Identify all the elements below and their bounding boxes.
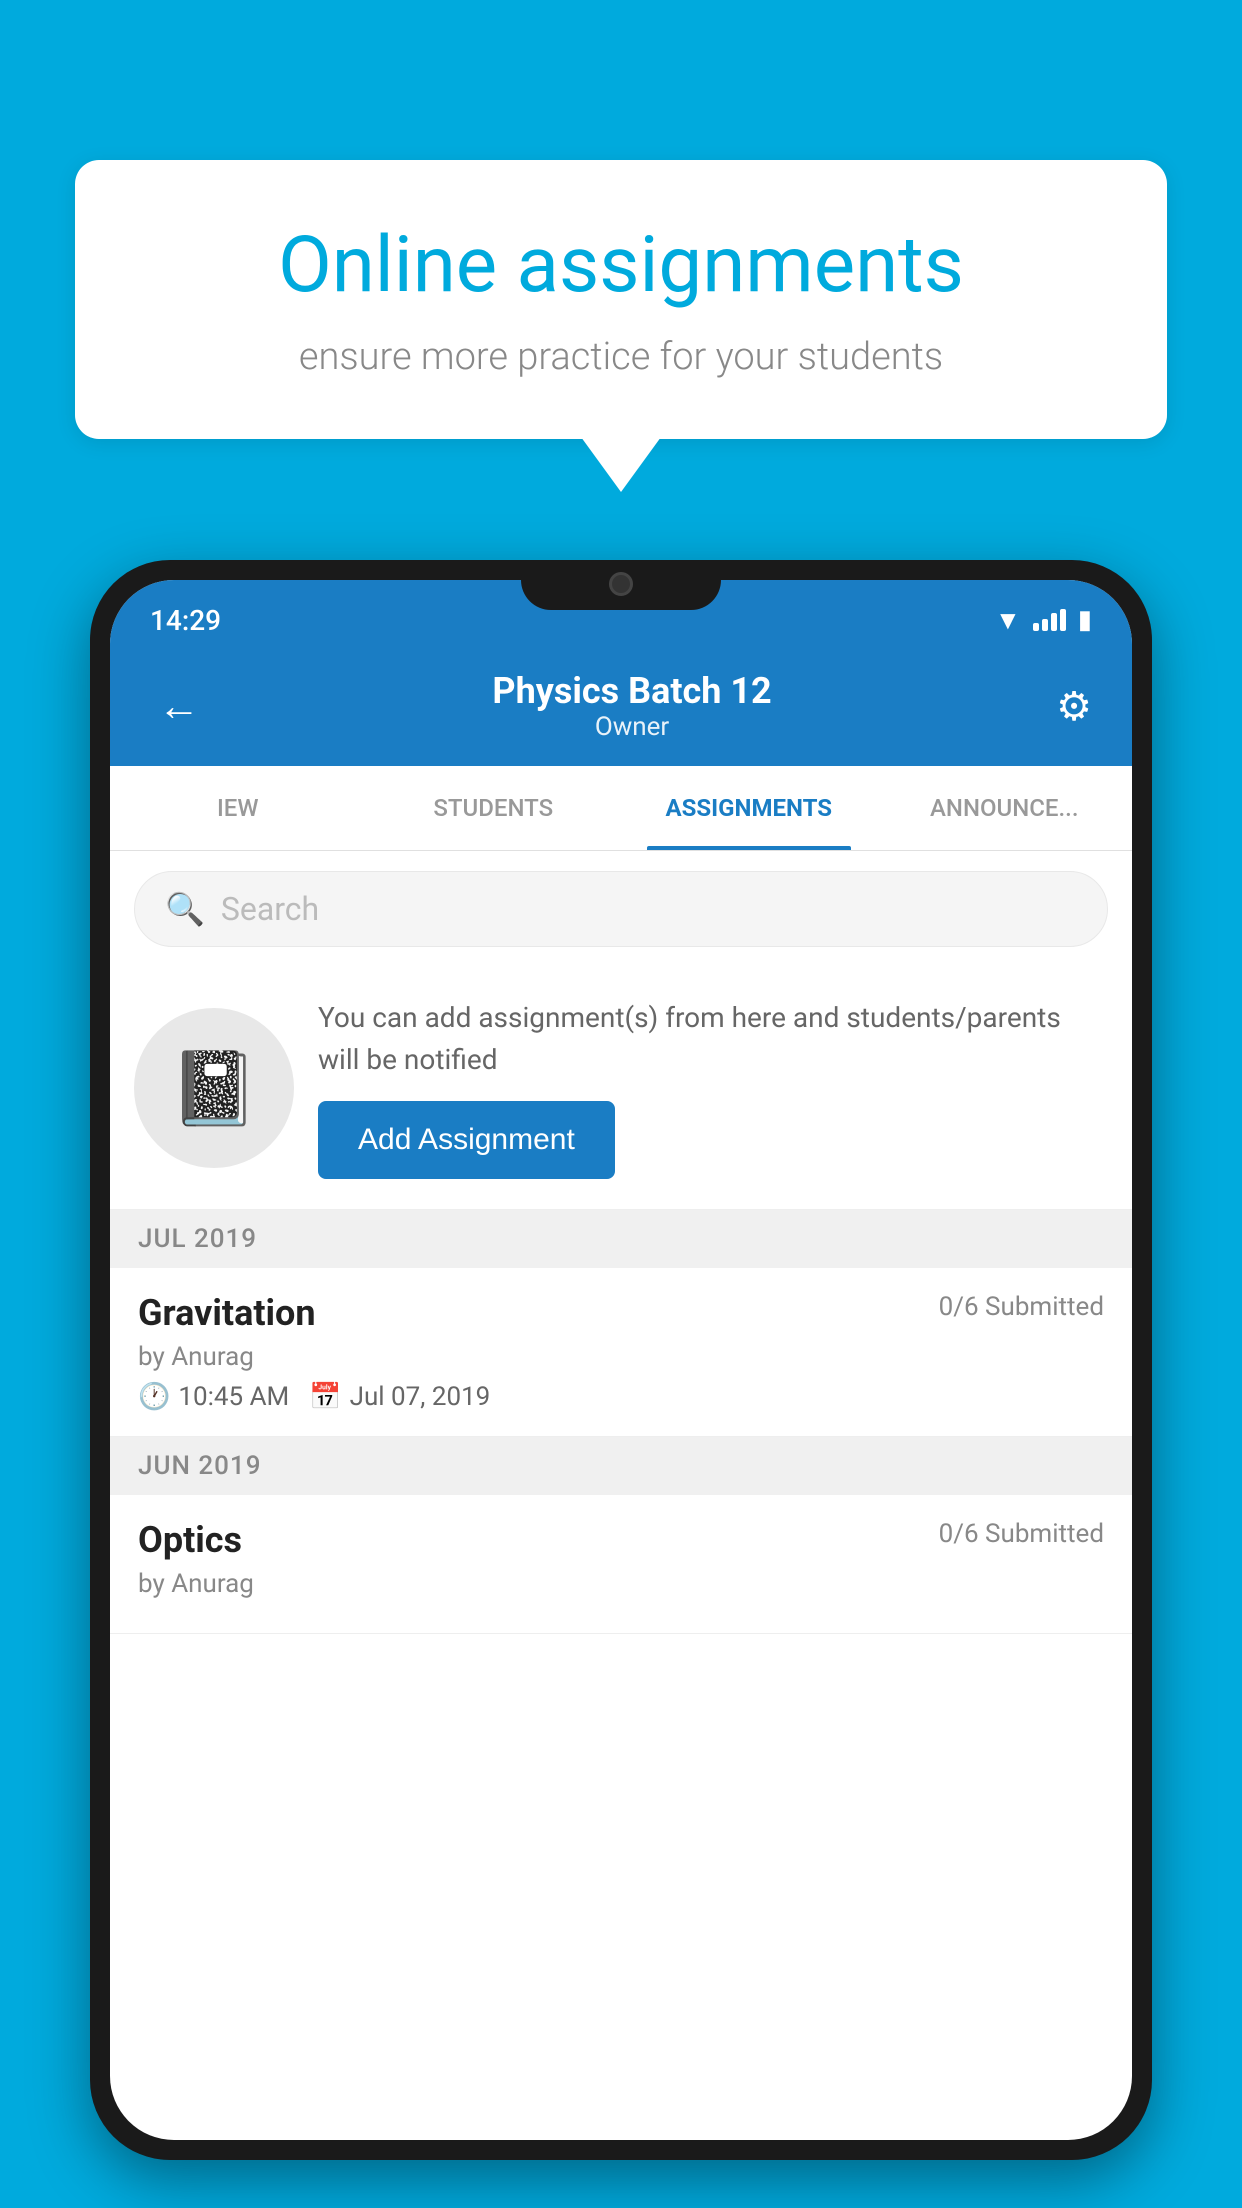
tab-announcements[interactable]: ANNOUNCE... (877, 766, 1133, 850)
status-time: 14:29 (150, 604, 221, 637)
signal-bars (1033, 609, 1066, 631)
meta-date-gravitation: 📅 Jul 07, 2019 (309, 1382, 490, 1412)
assignment-meta-gravitation: 🕐 10:45 AM 📅 Jul 07, 2019 (138, 1382, 1104, 1412)
tab-assignments[interactable]: ASSIGNMENTS (621, 766, 877, 850)
date-value-gravitation: Jul 07, 2019 (350, 1382, 491, 1412)
status-icons: ▼ ▮ (995, 605, 1092, 636)
tab-students[interactable]: STUDENTS (366, 766, 622, 850)
battery-icon: ▮ (1078, 605, 1092, 635)
header-subtitle: Owner (492, 712, 771, 742)
assignment-submitted-optics: 0/6 Submitted (939, 1519, 1104, 1549)
assignment-submitted-gravitation: 0/6 Submitted (939, 1292, 1104, 1322)
speech-bubble: Online assignments ensure more practice … (75, 160, 1167, 439)
phone-notch (521, 560, 721, 610)
assignment-title-gravitation: Gravitation (138, 1292, 316, 1334)
speech-bubble-subtitle: ensure more practice for your students (145, 335, 1097, 379)
speech-bubble-title: Online assignments (145, 220, 1097, 311)
month-label-jul: JUL 2019 (138, 1224, 257, 1254)
time-value-gravitation: 10:45 AM (178, 1382, 289, 1412)
search-container: 🔍 Search (110, 851, 1132, 967)
speech-bubble-tail (581, 437, 661, 492)
signal-bar-4 (1060, 609, 1066, 631)
tab-iew[interactable]: IEW (110, 766, 366, 850)
promo-right: You can add assignment(s) from here and … (318, 997, 1108, 1179)
promo-text: You can add assignment(s) from here and … (318, 997, 1108, 1081)
add-assignment-button[interactable]: Add Assignment (318, 1101, 615, 1179)
signal-bar-3 (1051, 613, 1057, 631)
assignment-icon-circle: 📓 (134, 1008, 294, 1168)
assignment-author-optics: by Anurag (138, 1569, 1104, 1599)
assignment-title-optics: Optics (138, 1519, 242, 1561)
meta-time-gravitation: 🕐 10:45 AM (138, 1382, 289, 1412)
month-section-jun: JUN 2019 (110, 1437, 1132, 1495)
month-section-jul: JUL 2019 (110, 1210, 1132, 1268)
phone-inner: 14:29 ▼ ▮ ← Physics Batch 12 (110, 580, 1132, 2140)
assignment-item-optics[interactable]: Optics 0/6 Submitted by Anurag (110, 1495, 1132, 1634)
assignment-top-row-optics: Optics 0/6 Submitted (138, 1519, 1104, 1561)
clock-icon: 🕐 (138, 1382, 170, 1412)
speech-bubble-container: Online assignments ensure more practice … (75, 160, 1167, 492)
search-placeholder: Search (221, 890, 319, 928)
settings-button[interactable]: ⚙ (1056, 683, 1092, 730)
back-button[interactable]: ← (150, 674, 208, 739)
search-bar[interactable]: 🔍 Search (134, 871, 1108, 947)
wifi-icon: ▼ (995, 605, 1021, 636)
assignment-author-gravitation: by Anurag (138, 1342, 1104, 1372)
phone-outer: 14:29 ▼ ▮ ← Physics Batch 12 (90, 560, 1152, 2160)
header-title-group: Physics Batch 12 Owner (492, 670, 771, 742)
add-assignment-promo: 📓 You can add assignment(s) from here an… (110, 967, 1132, 1210)
search-icon: 🔍 (165, 890, 205, 928)
assignment-item-gravitation[interactable]: Gravitation 0/6 Submitted by Anurag 🕐 10… (110, 1268, 1132, 1437)
calendar-icon: 📅 (309, 1382, 341, 1412)
signal-bar-1 (1033, 623, 1039, 631)
phone-camera (609, 572, 633, 596)
app-header: ← Physics Batch 12 Owner ⚙ (110, 650, 1132, 766)
month-label-jun: JUN 2019 (138, 1451, 261, 1481)
tabs-bar: IEW STUDENTS ASSIGNMENTS ANNOUNCE... (110, 766, 1132, 851)
notebook-icon: 📓 (169, 1046, 259, 1131)
assignment-top-row: Gravitation 0/6 Submitted (138, 1292, 1104, 1334)
phone-container: 14:29 ▼ ▮ ← Physics Batch 12 (90, 560, 1152, 2208)
header-title: Physics Batch 12 (492, 670, 771, 712)
signal-bar-2 (1042, 619, 1048, 631)
